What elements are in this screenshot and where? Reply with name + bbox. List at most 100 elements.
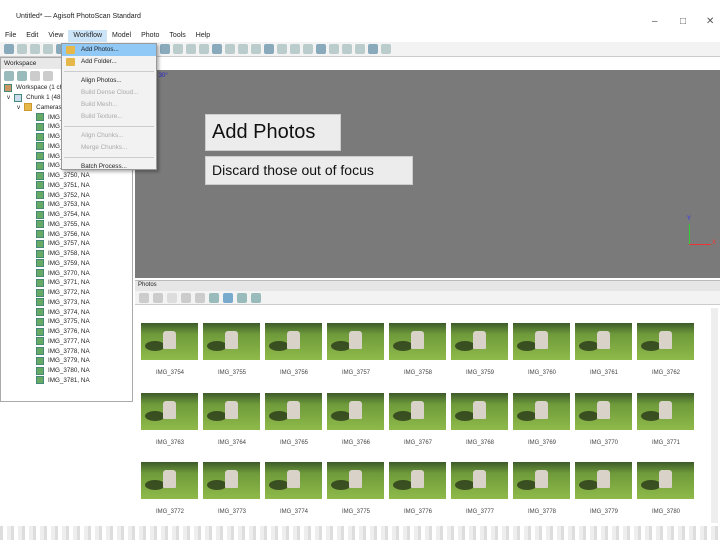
menu-photo[interactable]: Photo (136, 30, 164, 42)
enable-icon[interactable] (30, 71, 40, 81)
photo-thumbnail[interactable] (141, 392, 198, 430)
view-icons-icon[interactable] (223, 292, 233, 303)
tree-camera-item[interactable]: IMG_3759, NA (1, 259, 132, 269)
photo-thumbnail[interactable] (513, 392, 570, 430)
add-photos-icon[interactable] (17, 71, 27, 81)
toolbar-icon[interactable] (251, 44, 261, 54)
photo-thumbnail[interactable] (451, 462, 508, 499)
photo-thumbnail[interactable] (575, 323, 632, 360)
tree-camera-item[interactable]: IMG_3754, NA (1, 210, 132, 220)
photo-thumbnail[interactable] (265, 462, 322, 499)
photo-thumbnail[interactable] (637, 392, 694, 430)
menu-tools[interactable]: Tools (164, 30, 190, 42)
tree-camera-item[interactable]: IMG_3775, NA (1, 317, 132, 327)
tree-camera-item[interactable]: IMG_3755, NA (1, 220, 132, 230)
toolbar-icon[interactable] (381, 44, 391, 54)
toolbar-icon[interactable] (238, 44, 248, 54)
toolbar-icon[interactable] (30, 44, 40, 54)
close-button[interactable]: ✕ (706, 16, 714, 27)
photo-thumbnail[interactable] (203, 462, 260, 499)
photo-thumbnail[interactable] (203, 392, 260, 430)
shadow (517, 341, 537, 351)
tree-camera-item[interactable]: IMG_3772, NA (1, 288, 132, 298)
menu-help[interactable]: Help (191, 30, 215, 42)
photo-thumbnail[interactable] (265, 392, 322, 430)
enable-icon[interactable] (139, 292, 149, 303)
menu-model[interactable]: Model (107, 30, 136, 42)
toolbar-icon[interactable] (225, 44, 235, 54)
photo-thumbnail[interactable] (637, 323, 694, 360)
photo-thumbnail[interactable] (327, 323, 384, 360)
tree-camera-item[interactable]: IMG_3770, NA (1, 268, 132, 278)
photo-thumbnail[interactable] (389, 462, 446, 499)
tree-camera-item[interactable]: IMG_3756, NA (1, 229, 132, 239)
photo-thumbnail[interactable] (141, 323, 198, 360)
toolbar-icon[interactable] (316, 44, 326, 54)
tree-camera-item[interactable]: IMG_3781, NA (1, 376, 132, 386)
tree-camera-item[interactable]: IMG_3757, NA (1, 239, 132, 249)
toolbar-icon[interactable] (264, 44, 274, 54)
menu-item-add-photos[interactable]: Add Photos... (62, 44, 156, 56)
tree-camera-item[interactable]: IMG_3776, NA (1, 327, 132, 337)
photo-thumbnail[interactable] (265, 323, 322, 360)
tree-camera-item[interactable]: IMG_3773, NA (1, 298, 132, 308)
photo-thumbnail[interactable] (513, 323, 570, 360)
toolbar-icon[interactable] (43, 44, 53, 54)
menu-edit[interactable]: Edit (21, 30, 43, 42)
toolbar-icon[interactable] (186, 44, 196, 54)
view-details-icon[interactable] (237, 292, 247, 303)
tree-camera-item[interactable]: IMG_3779, NA (1, 356, 132, 366)
photo-thumbnail[interactable] (389, 392, 446, 430)
photo-thumbnail[interactable] (327, 462, 384, 499)
tree-camera-item[interactable]: IMG_3758, NA (1, 249, 132, 259)
tree-camera-item[interactable]: IMG_3752, NA (1, 190, 132, 200)
photo-thumbnail[interactable] (389, 323, 446, 360)
tree-camera-item[interactable]: IMG_3774, NA (1, 307, 132, 317)
toolbar-icon[interactable] (199, 44, 209, 54)
menu-file[interactable]: File (0, 30, 21, 42)
toolbar-icon[interactable] (290, 44, 300, 54)
tree-camera-item[interactable]: IMG_3780, NA (1, 366, 132, 376)
tree-camera-item[interactable]: IMG_3777, NA (1, 337, 132, 347)
view-options-icon[interactable] (251, 292, 261, 303)
rotate-right-icon[interactable] (195, 292, 205, 303)
tree-camera-item[interactable]: IMG_3753, NA (1, 200, 132, 210)
photo-thumbnail[interactable] (141, 462, 198, 499)
disable-icon[interactable] (153, 292, 163, 303)
photo-thumbnail[interactable] (513, 462, 570, 499)
menu-item-batch-process[interactable]: Batch Process... (62, 161, 156, 173)
toolbar-icon[interactable] (355, 44, 365, 54)
menu-item-add-folder[interactable]: Add Folder... (62, 56, 156, 68)
minimize-button[interactable]: – (652, 16, 658, 27)
toolbar-icon[interactable] (368, 44, 378, 54)
menu-view[interactable]: View (43, 30, 68, 42)
menu-workflow[interactable]: Workflow (68, 30, 108, 42)
tree-camera-item[interactable]: IMG_3751, NA (1, 181, 132, 191)
photo-thumbnail[interactable] (451, 392, 508, 430)
menu-item-align-photos[interactable]: Align Photos... (62, 75, 156, 87)
tree-camera-item[interactable]: IMG_3771, NA (1, 278, 132, 288)
rotate-left-icon[interactable] (181, 292, 191, 303)
toolbar-icon[interactable] (329, 44, 339, 54)
photo-thumbnail[interactable] (575, 392, 632, 430)
tree-camera-item[interactable]: IMG_3778, NA (1, 346, 132, 356)
toolbar-icon[interactable] (4, 44, 14, 54)
photo-thumbnail[interactable] (637, 462, 694, 499)
photos-scrollbar[interactable] (711, 308, 718, 523)
toolbar-icon[interactable] (160, 44, 170, 54)
toolbar-icon[interactable] (342, 44, 352, 54)
disable-icon[interactable] (43, 71, 53, 81)
photo-thumbnail[interactable] (451, 323, 508, 360)
photo-thumbnail[interactable] (575, 462, 632, 499)
toolbar-icon[interactable] (303, 44, 313, 54)
toolbar-icon[interactable] (212, 44, 222, 54)
toolbar-icon[interactable] (17, 44, 27, 54)
photo-thumbnail[interactable] (203, 323, 260, 360)
toolbar-icon[interactable] (173, 44, 183, 54)
maximize-button[interactable]: □ (680, 16, 686, 27)
remove-icon[interactable] (167, 292, 177, 303)
photo-thumbnail[interactable] (327, 392, 384, 430)
reset-view-icon[interactable] (209, 292, 219, 303)
add-chunk-icon[interactable] (4, 71, 14, 81)
toolbar-icon[interactable] (277, 44, 287, 54)
